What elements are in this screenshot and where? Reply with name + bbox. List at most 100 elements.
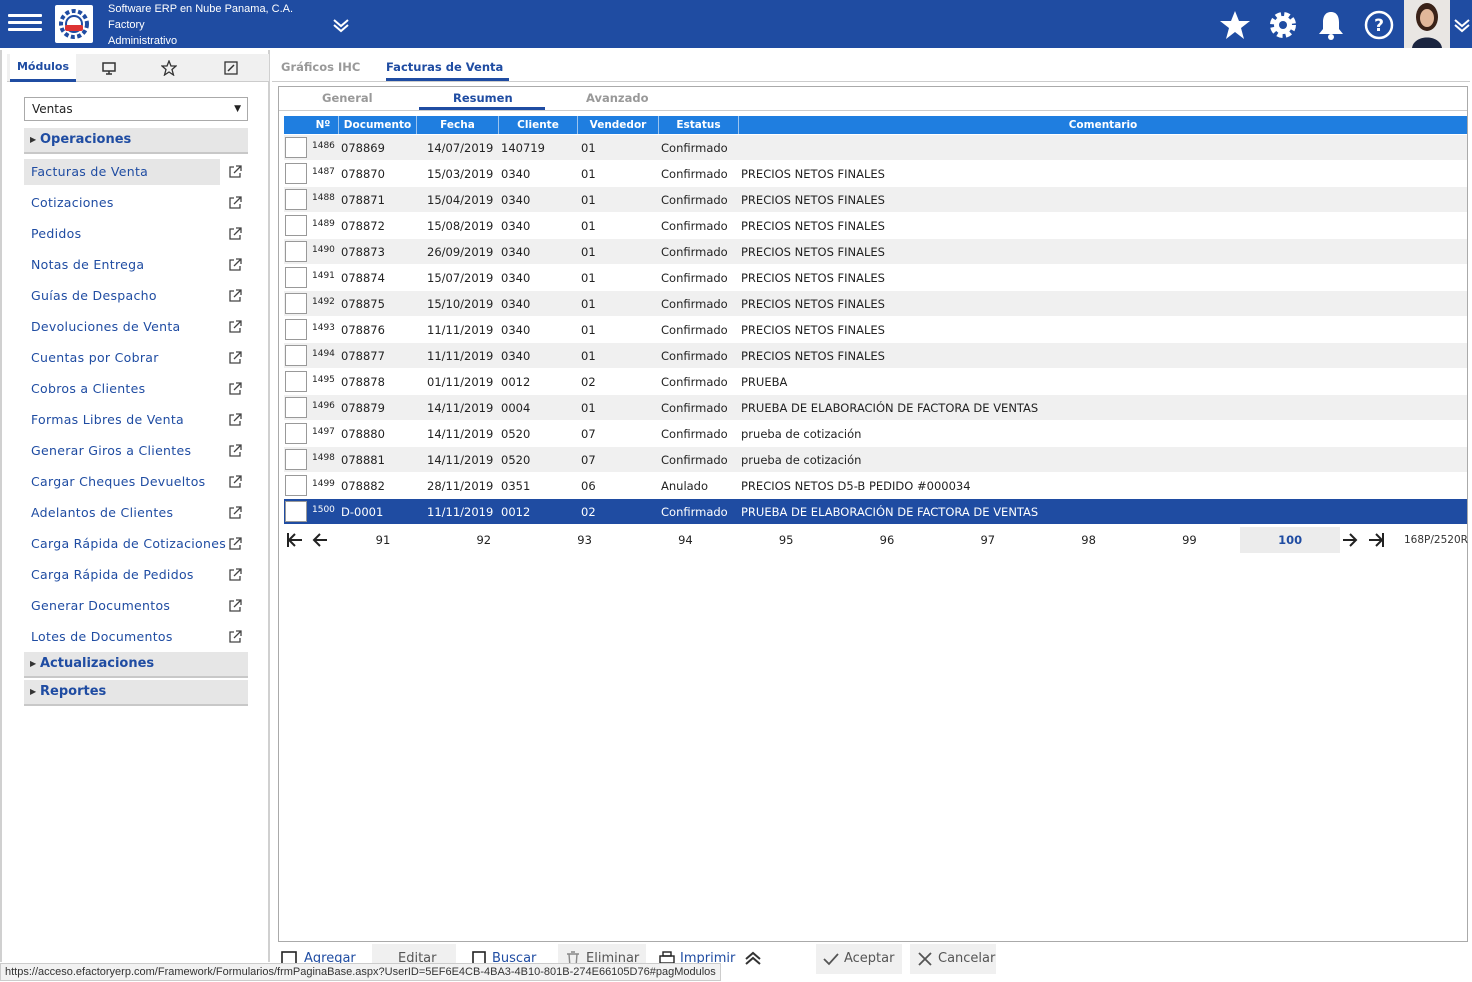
row-checkbox[interactable]	[285, 475, 307, 496]
table-row[interactable]: 1498 078881 14/11/2019 0520 07 Confirmado prue…	[284, 447, 1467, 473]
sidebar-item[interactable]: Carga Rápida de Pedidos	[24, 562, 248, 588]
table-row[interactable]: 1500 D-0001 11/11/2019 0012 02 Confirmado PRUE…	[284, 499, 1467, 525]
table-row[interactable]: 1486 078869 14/07/2019 140719 01 Confirmado	[284, 135, 1467, 161]
tab-avanzado[interactable]: Avanzado	[586, 91, 649, 105]
table-row[interactable]: 1499 078882 28/11/2019 0351 06 Anulado PRECIOS…	[284, 473, 1467, 499]
external-link-icon[interactable]	[228, 227, 242, 241]
row-checkbox[interactable]	[285, 267, 307, 288]
row-checkbox[interactable]	[285, 501, 307, 522]
table-row[interactable]: 1489 078872 15/08/2019 0340 01 Confirmado PREC…	[284, 213, 1467, 239]
table-row[interactable]: 1496 078879 14/11/2019 0004 01 Confirmado PRUE…	[284, 395, 1467, 421]
cancelar-button[interactable]: Cancelar	[910, 944, 996, 974]
sidebar-item[interactable]: Devoluciones de Venta	[24, 314, 248, 340]
tab-modulos[interactable]: Módulos	[10, 54, 76, 82]
monitor-icon[interactable]	[97, 54, 121, 82]
sidebar-item[interactable]: Cuentas por Cobrar	[24, 345, 248, 371]
external-link-icon[interactable]	[228, 599, 242, 613]
bell-icon[interactable]	[1315, 9, 1347, 41]
external-link-icon[interactable]	[228, 258, 242, 272]
row-checkbox[interactable]	[285, 189, 307, 210]
tab-facturas-de-venta[interactable]: Facturas de Venta	[386, 60, 510, 81]
table-row[interactable]: 1494 078877 11/11/2019 0340 01 Confirmado PREC…	[284, 343, 1467, 369]
row-checkbox[interactable]	[285, 319, 307, 340]
row-checkbox[interactable]	[285, 371, 307, 392]
sidebar-item[interactable]: Cotizaciones	[24, 190, 248, 216]
tab-resumen[interactable]: Resumen	[453, 91, 513, 105]
page-link[interactable]: 96	[837, 527, 937, 553]
aceptar-button[interactable]: Aceptar	[816, 944, 902, 974]
sidebar-item[interactable]: Notas de Entrega	[24, 252, 248, 278]
star-icon[interactable]	[157, 54, 181, 82]
external-link-icon[interactable]	[228, 289, 242, 303]
external-link-icon[interactable]	[228, 413, 242, 427]
page-link[interactable]: 91	[333, 527, 433, 553]
module-select[interactable]: Ventas ▼	[24, 97, 248, 121]
help-icon[interactable]: ?	[1363, 9, 1395, 41]
previous-page-icon[interactable]	[310, 530, 330, 550]
col-header-documento[interactable]: Documento	[339, 116, 417, 134]
external-link-icon[interactable]	[228, 475, 242, 489]
sidebar-item[interactable]: Formas Libres de Venta	[24, 407, 248, 433]
page-link[interactable]: 93	[535, 527, 635, 553]
sidebar-item[interactable]: Guías de Despacho	[24, 283, 248, 309]
sidebar-item[interactable]: Cobros a Clientes	[24, 376, 248, 402]
external-link-icon[interactable]	[228, 506, 242, 520]
page-link[interactable]: 94	[635, 527, 735, 553]
row-checkbox[interactable]	[285, 215, 307, 236]
external-link-icon[interactable]	[228, 630, 242, 644]
sidebar-item[interactable]: Carga Rápida de Cotizaciones	[24, 531, 248, 557]
sidebar-item[interactable]: Generar Giros a Clientes	[24, 438, 248, 464]
page-link[interactable]: 100	[1240, 527, 1341, 553]
external-link-icon[interactable]	[228, 568, 242, 582]
external-link-icon[interactable]	[228, 351, 242, 365]
external-link-icon[interactable]	[228, 196, 242, 210]
sidebar-item[interactable]: Facturas de Venta	[24, 159, 220, 185]
row-checkbox[interactable]	[285, 163, 307, 184]
col-header-fecha[interactable]: Fecha	[417, 116, 499, 134]
page-link[interactable]: 99	[1139, 527, 1239, 553]
row-checkbox[interactable]	[285, 137, 307, 158]
sidebar-item[interactable]: Pedidos	[24, 221, 248, 247]
user-avatar[interactable]	[1404, 0, 1450, 48]
section-actualizaciones[interactable]: ▶ Actualizaciones	[24, 652, 248, 678]
tab-graficos-ihc[interactable]: Gráficos IHC	[281, 60, 360, 74]
page-link[interactable]: 98	[1039, 527, 1139, 553]
page-link[interactable]: 92	[434, 527, 534, 553]
row-checkbox[interactable]	[285, 293, 307, 314]
row-checkbox[interactable]	[285, 397, 307, 418]
row-checkbox[interactable]	[285, 241, 307, 262]
edit-icon[interactable]	[219, 54, 243, 82]
sidebar-item[interactable]: Generar Documentos	[24, 593, 248, 619]
table-row[interactable]: 1488 078871 15/04/2019 0340 01 Confirmado PREC…	[284, 187, 1467, 213]
external-link-icon[interactable]	[228, 444, 242, 458]
col-header-cliente[interactable]: Cliente	[499, 116, 578, 134]
table-row[interactable]: 1490 078873 26/09/2019 0340 01 Confirmado PREC…	[284, 239, 1467, 265]
table-row[interactable]: 1497 078880 14/11/2019 0520 07 Confirmado prue…	[284, 421, 1467, 447]
col-header-estatus[interactable]: Estatus	[659, 116, 739, 134]
col-header-comentario[interactable]: Comentario	[739, 116, 1467, 134]
chevron-down-icon[interactable]	[330, 14, 352, 36]
sidebar-item[interactable]: Lotes de Documentos	[24, 624, 248, 650]
sidebar-item[interactable]: Adelantos de Clientes	[24, 500, 248, 526]
section-reportes[interactable]: ▶ Reportes	[24, 680, 248, 706]
table-row[interactable]: 1492 078875 15/10/2019 0340 01 Confirmado PREC…	[284, 291, 1467, 317]
external-link-icon[interactable]	[228, 165, 242, 179]
col-header-num[interactable]: Nº	[308, 116, 339, 134]
external-link-icon[interactable]	[228, 320, 242, 334]
section-operaciones[interactable]: ▶ Operaciones	[24, 128, 248, 154]
external-link-icon[interactable]	[228, 537, 242, 551]
external-link-icon[interactable]	[228, 382, 242, 396]
row-checkbox[interactable]	[285, 423, 307, 444]
last-page-icon[interactable]	[1366, 530, 1386, 550]
chevron-down-icon[interactable]	[1452, 14, 1472, 36]
row-checkbox[interactable]	[285, 345, 307, 366]
gear-icon[interactable]	[1267, 9, 1299, 41]
table-row[interactable]: 1491 078874 15/07/2019 0340 01 Confirmado PREC…	[284, 265, 1467, 291]
page-link[interactable]: 97	[938, 527, 1038, 553]
table-row[interactable]: 1487 078870 15/03/2019 0340 01 Confirmado PREC…	[284, 161, 1467, 187]
favorites-star-icon[interactable]	[1219, 9, 1251, 41]
page-link[interactable]: 95	[736, 527, 836, 553]
row-checkbox[interactable]	[285, 449, 307, 470]
col-header-vendedor[interactable]: Vendedor	[578, 116, 659, 134]
next-page-icon[interactable]	[1340, 530, 1360, 550]
